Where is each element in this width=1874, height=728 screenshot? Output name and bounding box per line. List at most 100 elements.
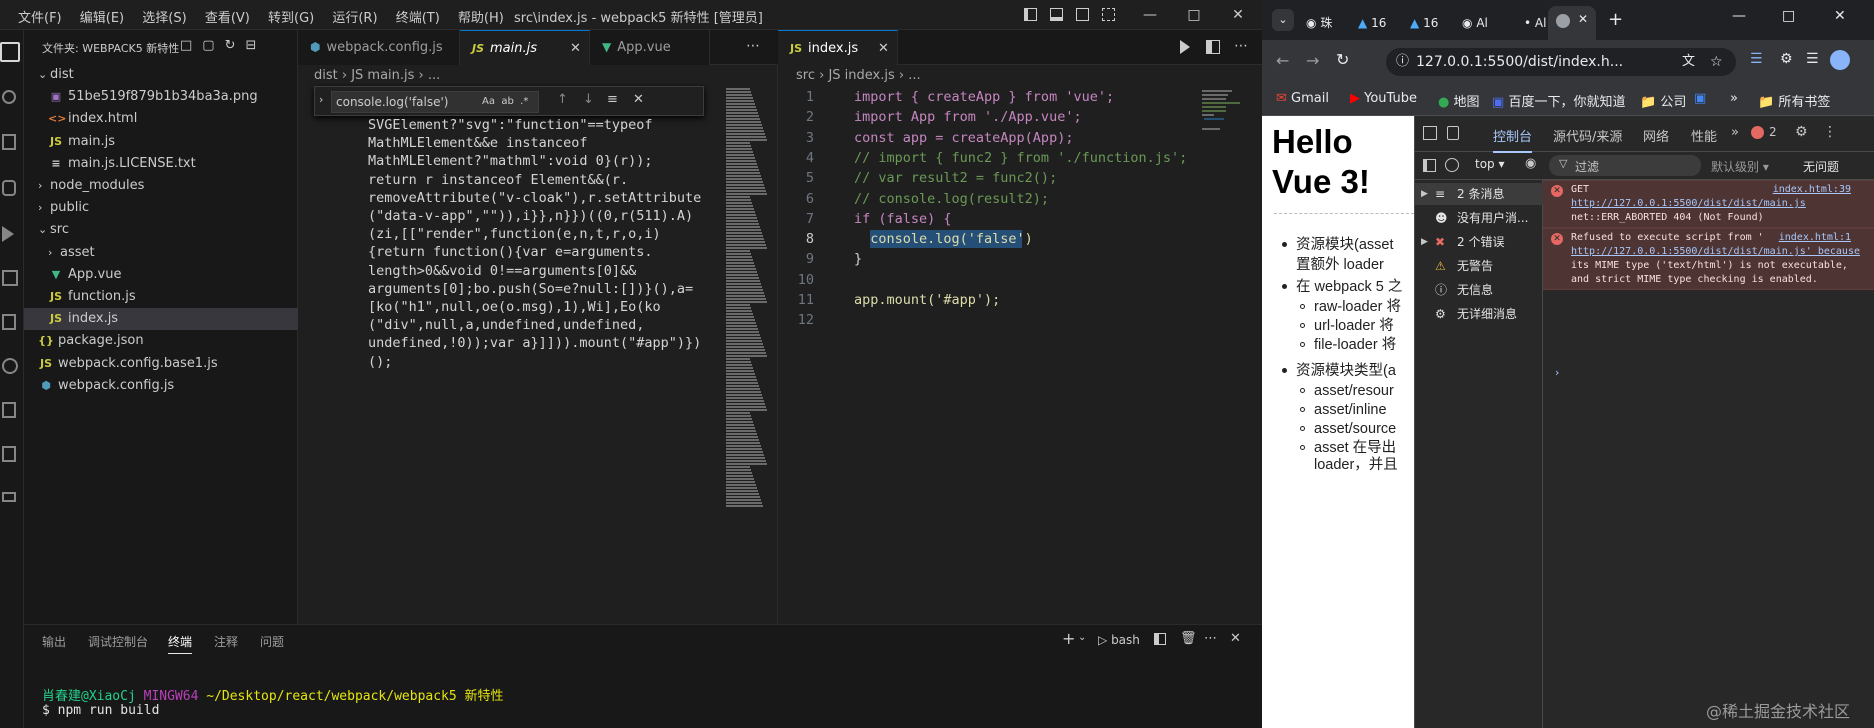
previous-match-icon[interactable]: ↑ (557, 92, 568, 107)
active-chrome-tab[interactable]: ✕ (1548, 6, 1596, 40)
customize-layout-icon[interactable] (1102, 8, 1115, 21)
refresh-icon[interactable]: ↻ (225, 38, 246, 53)
devtools-tab-sources[interactable]: 源代码/来源 (1553, 126, 1622, 145)
regex-toggle[interactable]: .* (520, 96, 528, 107)
crumb-more[interactable]: ... (428, 68, 440, 83)
forward-icon[interactable]: → (1306, 51, 1319, 70)
panel-tab-problems[interactable]: 问题 (260, 633, 284, 650)
tab-app-vue[interactable]: ▼ App.vue (590, 30, 710, 65)
chevron-down-icon[interactable]: ⌄ (1078, 632, 1086, 643)
address-bar[interactable]: ⓘ 127.0.0.1:5500/dist/index.h... 文 ☆ (1386, 48, 1736, 76)
split-terminal-icon[interactable] (1154, 633, 1166, 645)
error-icon[interactable] (1751, 126, 1764, 139)
testing-icon[interactable] (2, 402, 16, 418)
explorer-icon[interactable] (0, 42, 20, 62)
menu-terminal[interactable]: 终端(T) (396, 11, 440, 26)
terminal-command[interactable]: $ npm run build (42, 703, 159, 718)
crumb-src[interactable]: src (796, 68, 815, 83)
menu-help[interactable]: 帮助(H) (458, 11, 504, 26)
back-icon[interactable]: ← (1276, 51, 1289, 70)
trash-icon[interactable]: 🗑 (1180, 631, 1197, 646)
run-debug-icon[interactable] (2, 226, 14, 242)
crumb-more[interactable]: ... (908, 68, 920, 83)
tab-main-js[interactable]: JS main.js ✕ (460, 30, 590, 65)
source-control-icon[interactable] (2, 134, 16, 150)
chrome-tab-3[interactable]: ▲ 16 (1410, 6, 1438, 40)
minimap[interactable] (726, 88, 770, 620)
find-input[interactable]: console.log('false') Aa ab .* (331, 91, 539, 113)
tree-item-public[interactable]: › public (24, 197, 298, 219)
menu-go[interactable]: 转到(G) (268, 11, 314, 26)
docker-icon[interactable] (2, 446, 16, 462)
console-sidebar-item[interactable]: ⓘ 无信息 (1435, 279, 1493, 301)
bookmark-youtube[interactable]: ▶ YouTube (1350, 91, 1417, 106)
more-options-icon[interactable]: ⋮ (1823, 124, 1837, 140)
more-actions-icon[interactable]: ⋯ (746, 38, 760, 54)
close-window-button[interactable]: ✕ (1834, 8, 1846, 24)
next-match-icon[interactable]: ↓ (583, 92, 594, 107)
crumb-main-js[interactable]: JS main.js (351, 68, 414, 83)
error-line[interactable]: http://127.0.0.1:5500/dist/dist/main.js (1571, 197, 1871, 211)
tree-item-package-json[interactable]: {} package.json (24, 330, 298, 352)
console-sidebar-item[interactable]: ☻ 没有用户消... (1435, 207, 1528, 229)
menu-selection[interactable]: 选择(S) (142, 11, 186, 26)
search-icon[interactable] (2, 90, 16, 104)
toggle-replace-icon[interactable]: › (319, 93, 323, 106)
minimize-button[interactable]: — (1732, 8, 1746, 24)
bookmark-gmail[interactable]: ✉ Gmail (1276, 91, 1329, 106)
avatar[interactable] (1830, 50, 1850, 70)
reading-list-icon[interactable]: ☰ (1806, 51, 1819, 67)
new-file-icon[interactable]: □ (180, 38, 202, 53)
close-panel-icon[interactable]: ✕ (1230, 631, 1241, 646)
extensions-icon[interactable]: ⚙ (1780, 51, 1793, 67)
tree-item-function-js[interactable]: JS function.js (24, 286, 298, 308)
tree-item-webpack-config-js[interactable]: ⬢ webpack.config.js (24, 375, 298, 397)
run-icon[interactable] (1180, 40, 1190, 54)
tree-item-src[interactable]: ⌄ src (24, 219, 298, 241)
site-info-icon[interactable]: ⓘ (1396, 48, 1409, 76)
error-source-link[interactable]: index.html:39 (1773, 183, 1851, 197)
remote-explorer-icon[interactable] (2, 314, 16, 330)
chrome-tab-2[interactable]: ▲ 16 (1358, 6, 1386, 40)
toggle-panel-icon[interactable] (1050, 8, 1063, 21)
issues-label[interactable]: 无问题 (1803, 158, 1839, 175)
tree-item-dist[interactable]: ⌄ dist (24, 64, 298, 86)
eye-icon[interactable]: ◉ (1525, 156, 1536, 171)
find-in-selection-icon[interactable]: ≡ (607, 92, 618, 107)
bookmark-baidu[interactable]: ▣ 百度一下，你就知道 (1492, 91, 1625, 110)
tree-item-node-modules[interactable]: › node_modules (24, 175, 298, 197)
device-toolbar-icon[interactable] (1447, 126, 1459, 140)
chrome-tab-4[interactable]: ◉ Al (1462, 6, 1488, 40)
new-terminal-icon[interactable]: + (1062, 629, 1075, 648)
bookmark-app-icon[interactable]: ▣ (1694, 91, 1706, 106)
tab-search-icon[interactable]: ⌄ (1272, 9, 1294, 31)
toggle-sidebar-icon[interactable] (1024, 8, 1037, 21)
extensions-icon[interactable] (2, 270, 18, 286)
console-error-message[interactable]: ✕ index.html:1 Refused to execute script f… (1543, 228, 1874, 290)
devtools-tab-network[interactable]: 网络 (1643, 126, 1669, 145)
menu-file[interactable]: 文件(F) (18, 11, 62, 26)
panel-tab-comments[interactable]: 注释 (214, 633, 238, 650)
maximize-button[interactable]: □ (1172, 0, 1216, 30)
console-sidebar-item[interactable]: ▶ ✖ 2 个错误 (1421, 231, 1504, 253)
tree-item-index-js[interactable]: JS index.js (24, 308, 298, 331)
close-tab-icon[interactable]: ✕ (878, 31, 889, 66)
menu-run[interactable]: 运行(R) (332, 11, 377, 26)
toggle-secondary-sidebar-icon[interactable] (1076, 8, 1089, 21)
tree-item-51be519f879b1b34ba3a-png[interactable]: ▣ 51be519f879b1b34ba3a.png (24, 86, 298, 108)
console-filter-input[interactable]: ▽ 过滤 (1549, 155, 1701, 176)
tree-item-webpack-config-base1-js[interactable]: JS webpack.config.base1.js (24, 353, 298, 375)
tree-item-main-js-license-txt[interactable]: ≡ main.js.LICENSE.txt (24, 153, 298, 175)
tree-item-main-js[interactable]: JS main.js (24, 131, 298, 153)
new-tab-icon[interactable]: + (1608, 9, 1623, 30)
tree-item-asset[interactable]: › asset (24, 242, 298, 264)
terminal-shell-label[interactable]: ▷ bash (1098, 633, 1140, 647)
inspect-element-icon[interactable] (1423, 126, 1437, 140)
close-tab-icon[interactable]: ✕ (1578, 12, 1588, 26)
tab-webpack-config[interactable]: ⬢ webpack.config.js (298, 30, 460, 65)
tree-item-index-html[interactable]: <> index.html (24, 108, 298, 130)
maximize-button[interactable]: □ (1782, 8, 1795, 24)
bookmark-folder-company[interactable]: 📁 公司 (1640, 91, 1686, 110)
console-sidebar-item[interactable]: ⚠ 无警告 (1435, 255, 1493, 277)
crumb-index-js[interactable]: JS index.js (828, 68, 894, 83)
